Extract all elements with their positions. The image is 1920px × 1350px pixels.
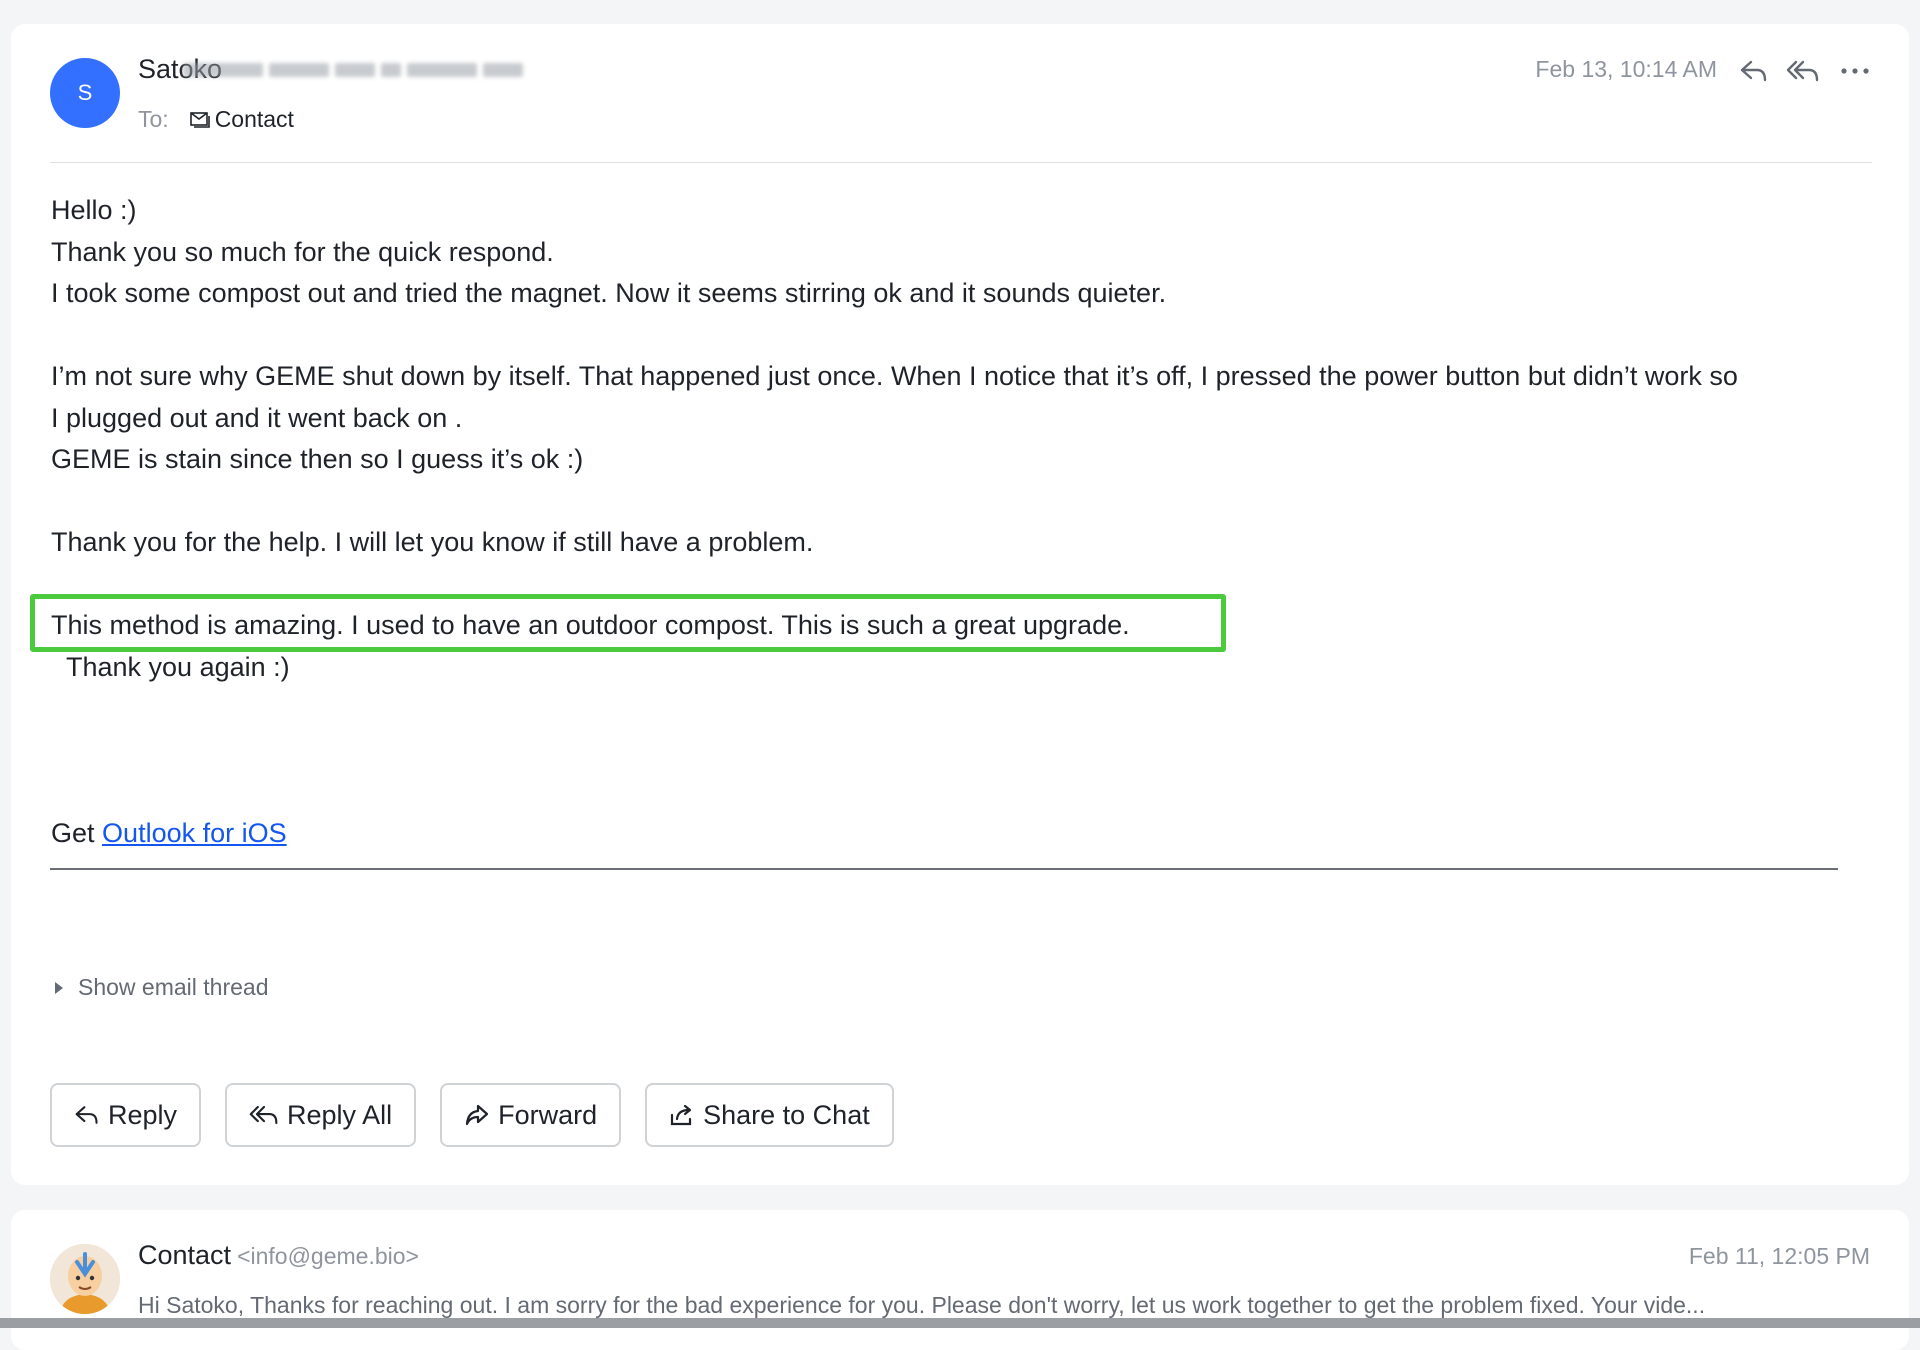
body-line: Hello :) bbox=[51, 195, 137, 225]
reply-label: Reply bbox=[108, 1099, 178, 1130]
reply-all-icon[interactable] bbox=[1786, 54, 1820, 88]
recipient-chip[interactable]: Contact bbox=[189, 106, 294, 133]
caret-right-icon bbox=[55, 981, 63, 994]
body-line: Thank you again :) bbox=[66, 651, 290, 682]
share-icon bbox=[671, 1104, 692, 1126]
signature-prefix: Get bbox=[51, 817, 95, 848]
to-label: To: bbox=[138, 106, 169, 132]
outlook-ios-link[interactable]: Outlook for iOS bbox=[102, 818, 287, 848]
recipient-row: To: Contact bbox=[138, 106, 294, 133]
signature-divider bbox=[50, 868, 1838, 870]
message-date: Feb 13, 10:14 AM bbox=[1535, 56, 1717, 82]
contact-name: Contact bbox=[138, 1240, 232, 1270]
reply-all-icon bbox=[249, 1106, 278, 1124]
forward-label: Forward bbox=[498, 1099, 598, 1130]
header-divider bbox=[50, 162, 1872, 163]
show-thread-label: Show email thread bbox=[78, 974, 269, 1000]
message-preview: Hi Satoko, Thanks for reaching out. I am… bbox=[138, 1292, 1706, 1318]
body-line: I plugged out and it went back on . bbox=[51, 402, 463, 433]
avatar-initial: S bbox=[77, 80, 93, 105]
reply-all-label: Reply All bbox=[287, 1099, 393, 1130]
body-line: Thank you so much for the quick respond. bbox=[51, 236, 554, 267]
contact-avatar[interactable] bbox=[50, 1244, 120, 1314]
reply-icon[interactable] bbox=[1737, 54, 1771, 88]
previous-message-card[interactable] bbox=[11, 1210, 1909, 1350]
recipient-name: Contact bbox=[214, 106, 294, 132]
share-to-chat-label: Share to Chat bbox=[703, 1099, 870, 1130]
forward-icon bbox=[465, 1104, 489, 1126]
contact-message-date: Feb 11, 12:05 PM bbox=[1688, 1243, 1870, 1269]
bottom-scroll-edge bbox=[0, 1318, 1920, 1328]
action-bar: Reply Reply All Forward Share to Chat bbox=[50, 1083, 918, 1147]
cartoon-avatar-icon bbox=[50, 1244, 120, 1314]
sender-avatar[interactable]: S bbox=[50, 58, 120, 128]
redacted-sender-address bbox=[183, 58, 643, 82]
forward-button[interactable]: Forward bbox=[440, 1083, 622, 1147]
email-body: Hello :) Thank you so much for the quick… bbox=[51, 190, 1881, 854]
reply-all-button[interactable]: Reply All bbox=[225, 1083, 417, 1147]
reply-button[interactable]: Reply bbox=[50, 1083, 202, 1147]
share-to-chat-button[interactable]: Share to Chat bbox=[645, 1083, 894, 1147]
show-email-thread-toggle[interactable]: Show email thread bbox=[54, 974, 269, 1001]
highlight-annotation-box bbox=[30, 594, 1226, 652]
body-line: Thank you for the help. I will let you k… bbox=[51, 527, 814, 557]
more-options-icon[interactable] bbox=[1838, 54, 1872, 88]
body-line: GEME is stain since then so I guess it’s… bbox=[51, 444, 584, 474]
mail-group-icon bbox=[189, 111, 210, 128]
signature: Get Outlook for iOS bbox=[51, 813, 1881, 855]
contact-sender: Contact <info@geme.bio> bbox=[138, 1240, 419, 1271]
contact-email: <info@geme.bio> bbox=[237, 1243, 419, 1269]
reply-icon bbox=[75, 1106, 98, 1124]
body-line: I took some compost out and tried the ma… bbox=[51, 278, 1167, 308]
body-line: I’m not sure why GEME shut down by itsel… bbox=[51, 361, 1738, 391]
